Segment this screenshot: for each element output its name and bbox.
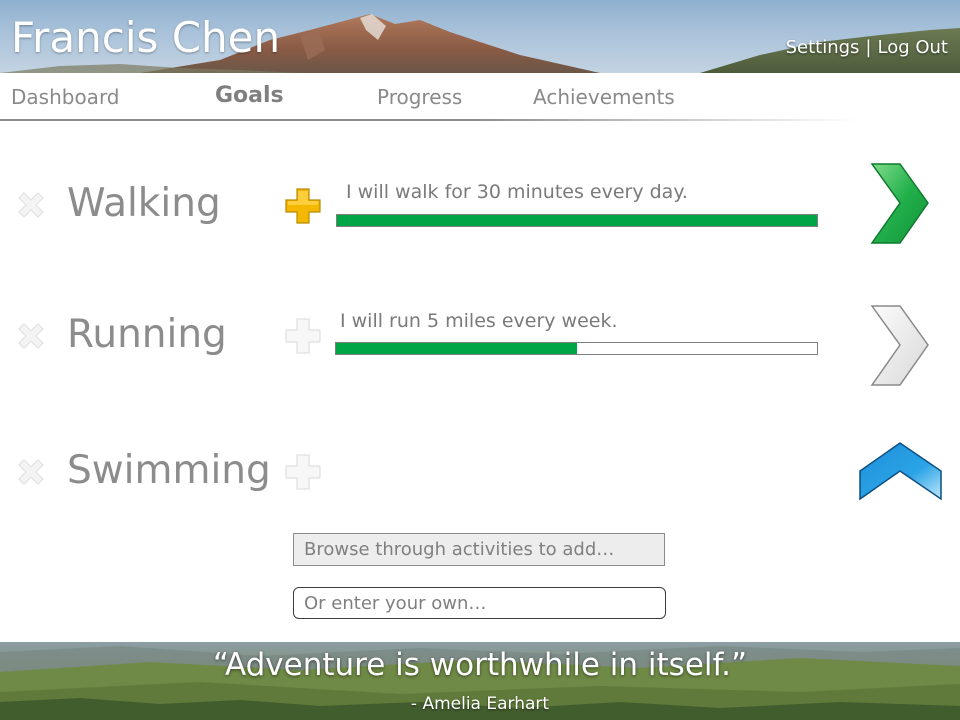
tab-achievements[interactable]: Achievements xyxy=(533,85,675,109)
chevron-right-icon[interactable] xyxy=(870,162,930,245)
chevron-right-icon[interactable] xyxy=(870,304,930,387)
progress-bar xyxy=(336,214,818,227)
top-links: Settings | Log Out xyxy=(786,37,948,58)
activity-name: Running xyxy=(67,312,227,357)
goal-text: I will walk for 30 minutes every day. xyxy=(346,181,688,203)
remove-x-icon[interactable] xyxy=(16,457,46,487)
plus-icon[interactable] xyxy=(283,186,323,226)
progress-bar-fill xyxy=(337,215,817,226)
chevron-up-icon[interactable] xyxy=(858,441,943,501)
plus-icon[interactable] xyxy=(283,316,323,356)
custom-activity-input[interactable] xyxy=(293,587,666,619)
footer-banner: “Adventure is worthwhile in itself.” - A… xyxy=(0,642,960,720)
progress-bar-fill xyxy=(336,343,577,354)
remove-x-icon[interactable] xyxy=(16,190,46,220)
goal-text: I will run 5 miles every week. xyxy=(340,310,618,332)
tab-progress[interactable]: Progress xyxy=(377,85,462,109)
footer-quote: “Adventure is worthwhile in itself.” xyxy=(212,647,748,683)
header-banner: Francis Chen Settings | Log Out xyxy=(0,0,960,73)
browse-activities-input[interactable] xyxy=(293,533,665,566)
settings-link[interactable]: Settings xyxy=(786,37,860,58)
link-separator: | xyxy=(865,37,872,58)
logout-link[interactable]: Log Out xyxy=(877,37,948,58)
activity-name: Walking xyxy=(67,181,221,226)
progress-bar xyxy=(335,342,818,355)
remove-x-icon[interactable] xyxy=(16,321,46,351)
tab-dashboard[interactable]: Dashboard xyxy=(11,85,120,109)
plus-icon[interactable] xyxy=(283,452,323,492)
tab-divider xyxy=(0,119,860,121)
tab-goals[interactable]: Goals xyxy=(215,83,284,108)
user-name: Francis Chen xyxy=(11,13,281,62)
nav-tabs: Dashboard Goals Progress Achievements xyxy=(0,73,960,120)
quote-author: - Amelia Earhart xyxy=(410,694,550,714)
activity-name: Swimming xyxy=(67,448,271,493)
